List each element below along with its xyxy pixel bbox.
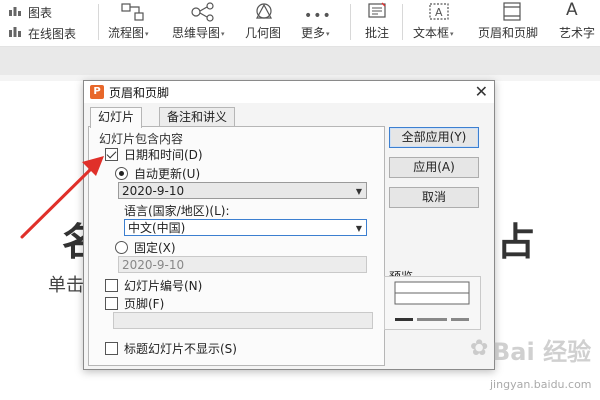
tab-slide[interactable]: 幻灯片 (90, 107, 143, 128)
baidu-watermark: ✿ Bai 经验 jingyan.baidu.com (470, 330, 595, 400)
arrow-shaft (20, 162, 98, 239)
paw-logo-icon: ✿ (470, 336, 489, 361)
watermark-url: jingyan.baidu.com (490, 378, 592, 391)
watermark-text: Bai 经验 (492, 338, 592, 366)
